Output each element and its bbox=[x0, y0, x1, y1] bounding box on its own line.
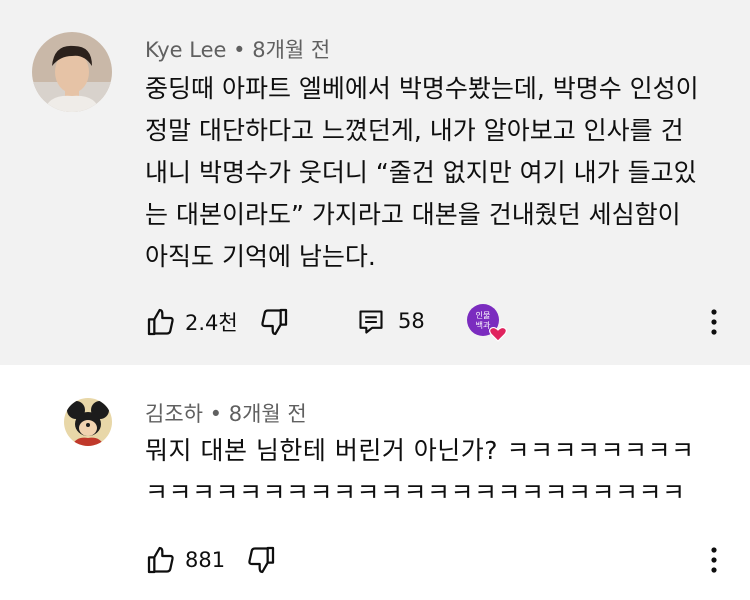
author-avatar[interactable] bbox=[32, 32, 112, 112]
thumbs-down-icon[interactable] bbox=[258, 306, 290, 338]
comment-line: 아직도 기억에 남는다. bbox=[145, 242, 376, 271]
comment-line: 뭐지 대본 님한테 버린거 아닌가? ㅋㅋㅋㅋㅋㅋㅋㅋ bbox=[145, 436, 695, 465]
comment-actions: 2.4천 bbox=[145, 302, 290, 342]
comment-actions: 881 bbox=[145, 540, 277, 580]
thumbs-up-icon[interactable] bbox=[145, 306, 177, 338]
reply-count[interactable]: 58 bbox=[398, 309, 425, 333]
thumbs-down-icon[interactable] bbox=[245, 544, 277, 576]
author-avatar[interactable] bbox=[64, 398, 112, 446]
comment-text: 뭐지 대본 님한테 버린거 아닌가? ㅋㅋㅋㅋㅋㅋㅋㅋ ㅋㅋㅋㅋㅋㅋㅋㅋㅋㅋㅋㅋ… bbox=[145, 430, 705, 514]
svg-text:인물: 인물 bbox=[476, 310, 491, 320]
comment-time: 8개월 전 bbox=[252, 38, 331, 62]
creator-heart-icon: 인물 백과 bbox=[466, 303, 510, 343]
thumbs-up-icon[interactable] bbox=[145, 544, 177, 576]
comment-time: 8개월 전 bbox=[228, 402, 307, 426]
more-vert-icon[interactable] bbox=[702, 543, 726, 577]
comment-line: 내니 박명수가 웃더니 “줄건 없지만 여기 내가 들고있 bbox=[145, 158, 697, 187]
comment-line: 는 대본이라도” 가지라고 대본을 건내줬던 세심함이 bbox=[145, 200, 681, 229]
author-name[interactable]: 김조하 bbox=[145, 402, 203, 426]
meta-separator: • bbox=[209, 402, 223, 426]
comment-line: 정말 대단하다고 느꼈던게, 내가 알아보고 인사를 건 bbox=[145, 116, 684, 145]
more-vert-icon[interactable] bbox=[702, 305, 726, 339]
svg-text:백과: 백과 bbox=[476, 320, 491, 330]
like-count: 2.4천 bbox=[185, 311, 238, 335]
reply-icon[interactable] bbox=[357, 308, 385, 336]
comment-meta: 김조하 • 8개월 전 bbox=[145, 398, 307, 428]
comment-meta: Kye Lee • 8개월 전 bbox=[145, 34, 330, 64]
like-count: 881 bbox=[185, 548, 226, 572]
comment-line: 중딩때 아파트 엘베에서 박명수봤는데, 박명수 인성이 bbox=[145, 74, 699, 103]
meta-separator: • bbox=[233, 38, 246, 62]
comment-text: 중딩때 아파트 엘베에서 박명수봤는데, 박명수 인성이 정말 대단하다고 느꼈… bbox=[145, 68, 730, 278]
author-name[interactable]: Kye Lee bbox=[145, 38, 226, 62]
comment-card-1: Kye Lee • 8개월 전 중딩때 아파트 엘베에서 박명수봤는데, 박명수… bbox=[0, 0, 750, 365]
comment-line: ㅋㅋㅋㅋㅋㅋㅋㅋㅋㅋㅋㅋㅋㅋㅋㅋㅋㅋㅋㅋㅋㅋㅋ bbox=[145, 478, 686, 507]
